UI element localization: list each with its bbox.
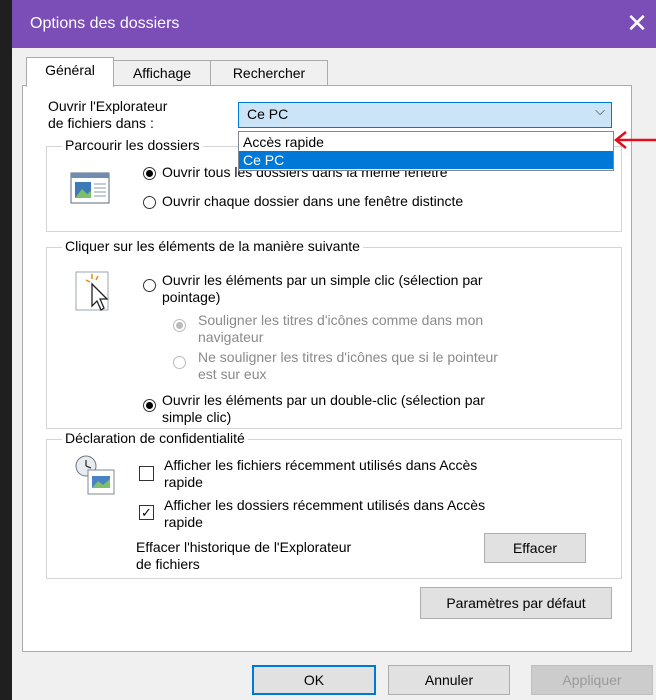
recent-files-label-line2[interactable]: rapide <box>164 474 203 491</box>
underline-always-label-line1[interactable]: Souligner les titres d'icônes comme dans… <box>198 312 483 329</box>
browse-folders-group-title: Parcourir les dossiers <box>62 137 203 153</box>
open-in-label-line2: de fichiers dans : <box>48 115 154 131</box>
cancel-button[interactable]: Annuler <box>388 665 510 695</box>
privacy-group-title: Déclaration de confidentialité <box>62 430 248 446</box>
open-in-dropdown-list[interactable]: Accès rapide Ce PC <box>238 131 614 171</box>
tab-affichage[interactable]: Affichage <box>113 60 211 86</box>
tab-rechercher[interactable]: Rechercher <box>210 60 328 86</box>
recent-folders-label-line1[interactable]: Afficher les dossiers récemment utilisés… <box>164 497 485 514</box>
restore-defaults-button[interactable]: Paramètres par défaut <box>420 587 612 619</box>
underline-hover-label-line1[interactable]: Ne souligner les titres d'icônes que si … <box>198 349 498 366</box>
folder-window-icon <box>70 170 112 208</box>
chevron-down-icon[interactable]: ⌵ <box>595 103 605 119</box>
option-new-window-label[interactable]: Ouvrir chaque dossier dans une fenêtre d… <box>162 193 463 210</box>
radio-underline-always[interactable] <box>173 319 186 332</box>
clear-history-label-line1: Effacer l'historique de l'Explorateur <box>136 539 352 555</box>
radio-underline-hover[interactable] <box>173 356 186 369</box>
single-click-label-line1[interactable]: Ouvrir les éléments par un simple clic (… <box>162 272 483 289</box>
radio-single-click[interactable] <box>143 279 156 292</box>
double-click-label-line2[interactable]: simple clic) <box>162 409 231 426</box>
single-click-label-line2[interactable]: pointage) <box>162 289 220 306</box>
apply-button[interactable]: Appliquer <box>531 665 653 695</box>
recent-files-label-line1[interactable]: Afficher les fichiers récemment utilisés… <box>164 457 477 474</box>
cursor-click-icon <box>72 268 120 316</box>
checkbox-recent-folders[interactable]: ✓ <box>139 505 154 520</box>
underline-hover-label-line2[interactable]: est sur eux <box>198 366 266 383</box>
double-click-label-line1[interactable]: Ouvrir les éléments par un double-clic (… <box>162 392 485 409</box>
close-button[interactable]: ✕ <box>622 8 652 38</box>
open-in-label-line1: Ouvrir l'Explorateur <box>48 98 168 114</box>
clear-history-button[interactable]: Effacer <box>484 533 586 563</box>
tab-general[interactable]: Général <box>26 57 114 87</box>
window-title: Options des dossiers <box>30 15 180 32</box>
open-in-dropdown[interactable]: Ce PC ⌵ <box>238 102 612 128</box>
privacy-document-icon <box>70 452 118 498</box>
radio-same-window[interactable] <box>143 167 156 180</box>
clear-history-label-line2: de fichiers <box>136 556 200 572</box>
dropdown-option-ce-pc[interactable]: Ce PC <box>239 151 613 169</box>
open-in-dropdown-value: Ce PC <box>247 106 289 122</box>
dropdown-option-acces-rapide[interactable]: Accès rapide <box>239 133 613 151</box>
click-items-group-title: Cliquer sur les éléments de la manière s… <box>62 238 363 254</box>
red-arrow-annotation-icon <box>612 130 656 150</box>
checkbox-recent-files[interactable] <box>139 466 154 481</box>
radio-new-window[interactable] <box>143 196 156 209</box>
recent-folders-label-line2[interactable]: rapide <box>164 514 203 531</box>
ok-button[interactable]: OK <box>252 665 376 695</box>
radio-double-click[interactable] <box>143 399 156 412</box>
underline-always-label-line2[interactable]: navigateur <box>198 329 263 346</box>
